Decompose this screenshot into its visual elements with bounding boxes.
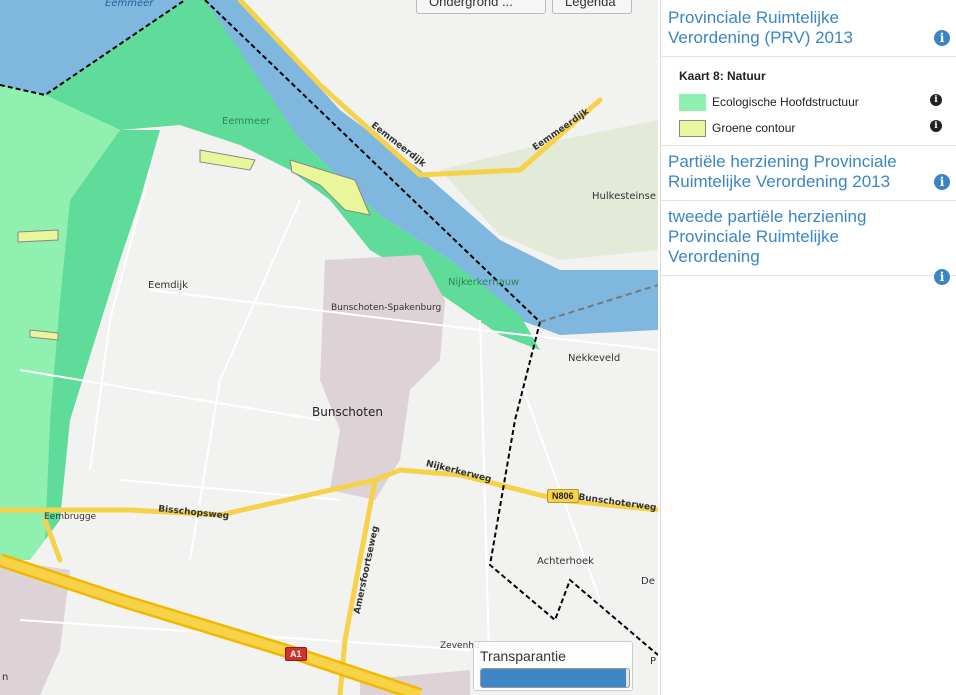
- legend-label-ehs: Ecologische Hoofdstructuur: [712, 95, 859, 109]
- groene-contour-3: [17, 229, 59, 243]
- legend-title: Kaart 8: Natuur: [679, 69, 766, 83]
- transparency-control: Transparantie: [473, 641, 633, 691]
- label-bunschoten: Bunschoten: [312, 405, 383, 419]
- shield-a1: A1: [285, 647, 307, 661]
- label-n: n: [2, 672, 9, 683]
- ondergrond-button[interactable]: Ondergrond ...: [416, 0, 546, 14]
- label-p: P: [650, 656, 657, 667]
- legend-label-groene-contour: Groene contour: [712, 121, 796, 135]
- info-icon[interactable]: i: [934, 269, 950, 285]
- info-icon[interactable]: i: [930, 94, 942, 106]
- transparency-slider[interactable]: [480, 668, 630, 688]
- section-title-prv-2013[interactable]: Provinciale Ruimtelijke Verordening (PRV…: [668, 8, 926, 48]
- map-view[interactable]: Ondergrond ... Legenda Eemmeer Eemmeer E…: [0, 0, 658, 695]
- section-title-partiele-herziening[interactable]: Partiële herziening Provinciale Ruimteli…: [668, 152, 926, 192]
- legend-panel: Kaart 8: Natuur Ecologische Hoofdstructu…: [661, 57, 956, 146]
- section-partiele-herziening: Partiële herziening Provinciale Ruimteli…: [661, 146, 956, 201]
- legend-item: Groene contour i: [679, 115, 942, 141]
- section-prv-2013: Provinciale Ruimtelijke Verordening (PRV…: [661, 0, 956, 57]
- legend-item: Ecologische Hoofdstructuur i: [679, 89, 942, 115]
- label-spakenburg: Bunschoten-Spakenburg: [331, 303, 442, 313]
- label-achterhoek: Achterhoek: [537, 556, 594, 567]
- label-eemmeer-top: Eemmeer: [105, 0, 154, 9]
- info-icon[interactable]: i: [930, 120, 942, 132]
- label-eembrugge: Eembrugge: [44, 512, 97, 522]
- label-eemdijk: Eemdijk: [148, 280, 188, 291]
- section-title-tweede-herziening[interactable]: tweede partiële herziening Provinciale R…: [668, 207, 926, 267]
- label-hulkesteinse: Hulkesteinse: [592, 191, 656, 202]
- info-icon[interactable]: i: [934, 30, 950, 46]
- transparency-slider-fill: [481, 669, 627, 687]
- transparency-label: Transparantie: [480, 648, 566, 664]
- label-nekkeveld: Nekkeveld: [568, 353, 621, 364]
- legend-swatch-ehs: [679, 93, 706, 111]
- map-canvas[interactable]: [0, 0, 658, 695]
- label-de: De: [641, 576, 655, 587]
- groene-contour-1: [199, 149, 256, 171]
- sidebar: Provinciale Ruimtelijke Verordening (PRV…: [660, 0, 956, 695]
- label-nijkerkernauw: Nijkerkernauw: [448, 277, 520, 288]
- legenda-button[interactable]: Legenda: [552, 0, 632, 14]
- legend-swatch-groene-contour: [679, 119, 706, 137]
- shield-n806: N806: [547, 489, 579, 503]
- label-eemmeer-natuur: Eemmeer: [222, 116, 271, 127]
- info-icon[interactable]: i: [934, 174, 950, 190]
- section-tweede-herziening: tweede partiële herziening Provinciale R…: [661, 201, 956, 285]
